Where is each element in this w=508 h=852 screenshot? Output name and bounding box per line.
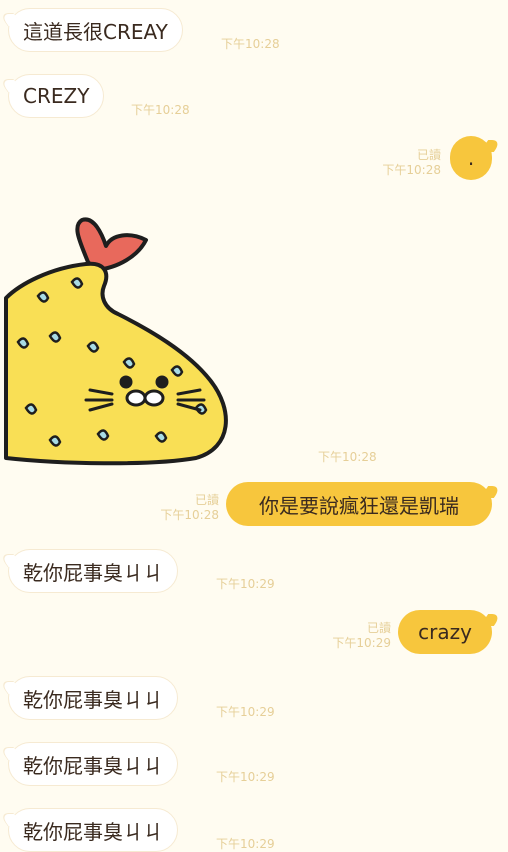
message-time: 下午10:29 <box>216 577 275 591</box>
message-time: 下午10:28 <box>382 163 441 177</box>
read-status: 已讀 <box>416 148 441 162</box>
incoming-message-bubble[interactable]: 乾你屁事臭ㄐㄐ <box>8 742 178 786</box>
incoming-message-bubble[interactable]: 乾你屁事臭ㄐㄐ <box>8 549 178 593</box>
incoming-message-bubble[interactable]: CREZY <box>8 74 105 118</box>
outgoing-message-bubble[interactable]: crazy <box>398 610 492 654</box>
message-time: 下午10:28 <box>160 508 219 522</box>
incoming-message-bubble[interactable]: 乾你屁事臭ㄐㄐ <box>8 808 178 852</box>
message-time: 下午10:28 <box>318 450 377 464</box>
message-time: 下午10:28 <box>221 37 280 51</box>
incoming-message-bubble[interactable]: 乾你屁事臭ㄐㄐ <box>8 676 178 720</box>
read-status: 已讀 <box>194 493 219 507</box>
fried-shrimp-seal-sticker[interactable] <box>0 212 240 468</box>
message-time: 下午10:29 <box>216 705 275 719</box>
read-status: 已讀 <box>366 621 391 635</box>
outgoing-message-bubble[interactable]: . <box>450 136 492 180</box>
read-receipt-block: 已讀 下午10:28 <box>382 148 441 178</box>
fried-shrimp-seal-sticker-image <box>4 217 228 466</box>
message-time: 下午10:29 <box>332 636 391 650</box>
read-receipt-block: 已讀 下午10:29 <box>332 621 391 651</box>
read-receipt-block: 已讀 下午10:28 <box>160 493 219 523</box>
outgoing-message-bubble[interactable]: 你是要說瘋狂還是凱瑞 <box>226 482 492 526</box>
message-time: 下午10:28 <box>131 103 190 117</box>
message-time: 下午10:29 <box>216 770 275 784</box>
incoming-message-bubble[interactable]: 這道長很CREAY <box>8 8 183 52</box>
message-time: 下午10:29 <box>216 837 275 851</box>
